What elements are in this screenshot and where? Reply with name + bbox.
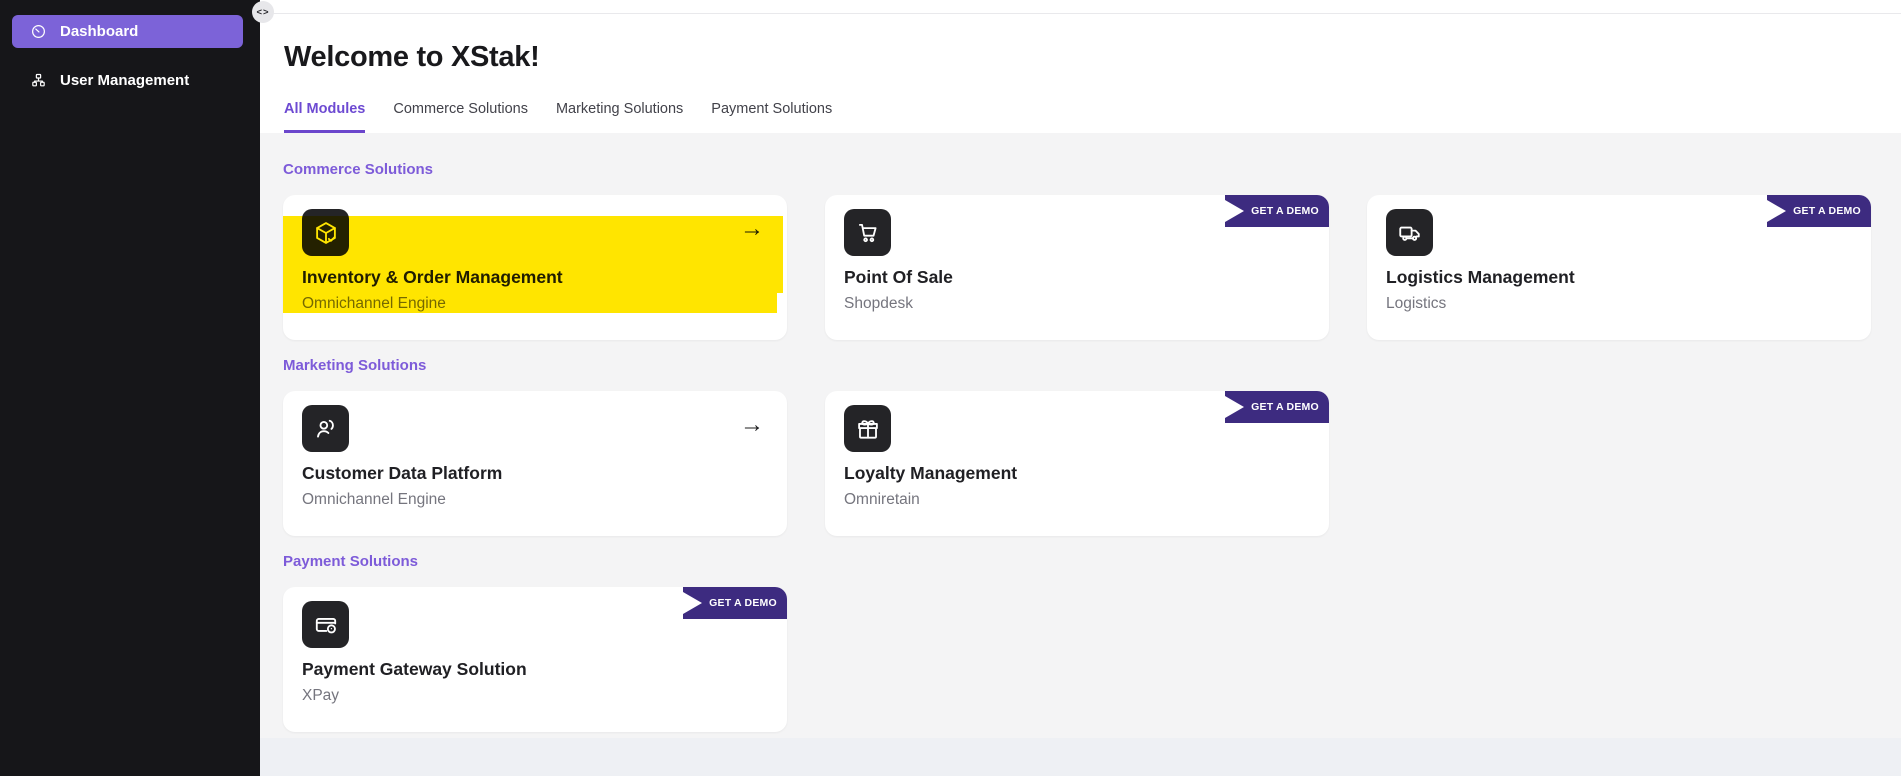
arrow-right-icon[interactable]: → — [740, 413, 764, 437]
card-title: Customer Data Platform — [302, 463, 767, 484]
sidebar: Dashboard User Management — [0, 0, 260, 776]
main-area: Welcome to XStak! All Modules Commerce S… — [260, 0, 1901, 776]
modules-content: Commerce Solutions → Inventory & Order M… — [260, 133, 1901, 738]
marketing-cards-row: → Customer Data Platform Omnichannel Eng… — [283, 391, 1871, 536]
page-header: Welcome to XStak! All Modules Commerce S… — [260, 14, 1901, 133]
collapse-chevrons-icon: <> — [256, 7, 269, 18]
card-inventory-order-management[interactable]: → Inventory & Order Management Omnichann… — [283, 195, 787, 340]
card-title: Payment Gateway Solution — [302, 659, 767, 680]
org-chart-icon — [30, 72, 47, 89]
badge-label: GET A DEMO — [1793, 205, 1861, 217]
cart-icon — [844, 209, 891, 256]
get-a-demo-badge[interactable]: GET A DEMO — [1767, 195, 1871, 227]
gift-icon — [844, 405, 891, 452]
get-a-demo-badge[interactable]: GET A DEMO — [1225, 391, 1329, 423]
truck-icon — [1386, 209, 1433, 256]
tab-all-modules[interactable]: All Modules — [284, 101, 365, 133]
section-label-marketing: Marketing Solutions — [283, 357, 1871, 374]
app-window: Dashboard User Management <> Welcome to … — [0, 0, 1901, 776]
card-subtitle: Omnichannel Engine — [302, 295, 767, 313]
card-subtitle: Omniretain — [844, 491, 1309, 509]
card-logistics-management[interactable]: GET A DEMO Logistics Management Logistic… — [1367, 195, 1871, 340]
sidebar-item-label: Dashboard — [60, 23, 138, 40]
card-payment-gateway-solution[interactable]: GET A DEMO Payment Gateway Solution XPay — [283, 587, 787, 732]
footer-strip — [260, 738, 1901, 776]
sidebar-item-dashboard[interactable]: Dashboard — [12, 15, 243, 48]
topbar — [260, 0, 1901, 14]
badge-label: GET A DEMO — [1251, 205, 1319, 217]
card-loyalty-management[interactable]: GET A DEMO Loyalty Management Omniretain — [825, 391, 1329, 536]
tab-commerce-solutions[interactable]: Commerce Solutions — [393, 101, 528, 133]
payment-cards-row: GET A DEMO Payment Gateway Solution XPay — [283, 587, 1871, 732]
tab-payment-solutions[interactable]: Payment Solutions — [711, 101, 832, 133]
sidebar-collapse-toggle[interactable]: <> — [252, 1, 274, 23]
credit-card-icon — [302, 601, 349, 648]
section-label-payment: Payment Solutions — [283, 553, 1871, 570]
card-title: Point Of Sale — [844, 267, 1309, 288]
card-title: Logistics Management — [1386, 267, 1851, 288]
dashboard-gauge-icon — [30, 23, 47, 40]
card-subtitle: XPay — [302, 687, 767, 705]
card-customer-data-platform[interactable]: → Customer Data Platform Omnichannel Eng… — [283, 391, 787, 536]
badge-label: GET A DEMO — [1251, 401, 1319, 413]
arrow-right-icon[interactable]: → — [740, 217, 764, 241]
page-title: Welcome to XStak! — [284, 41, 1871, 74]
section-label-commerce: Commerce Solutions — [283, 161, 1871, 178]
module-tabs: All Modules Commerce Solutions Marketing… — [284, 101, 1871, 133]
sidebar-item-user-management[interactable]: User Management — [12, 64, 243, 97]
card-subtitle: Shopdesk — [844, 295, 1309, 313]
users-icon — [302, 405, 349, 452]
tab-marketing-solutions[interactable]: Marketing Solutions — [556, 101, 683, 133]
get-a-demo-badge[interactable]: GET A DEMO — [683, 587, 787, 619]
badge-label: GET A DEMO — [709, 597, 777, 609]
package-icon — [302, 209, 349, 256]
sidebar-item-label: User Management — [60, 72, 189, 89]
commerce-cards-row: → Inventory & Order Management Omnichann… — [283, 195, 1871, 340]
card-point-of-sale[interactable]: GET A DEMO Point Of Sale Shopdesk — [825, 195, 1329, 340]
get-a-demo-badge[interactable]: GET A DEMO — [1225, 195, 1329, 227]
card-title: Loyalty Management — [844, 463, 1309, 484]
card-subtitle: Logistics — [1386, 295, 1851, 313]
card-subtitle: Omnichannel Engine — [302, 491, 767, 509]
card-title: Inventory & Order Management — [302, 267, 767, 288]
